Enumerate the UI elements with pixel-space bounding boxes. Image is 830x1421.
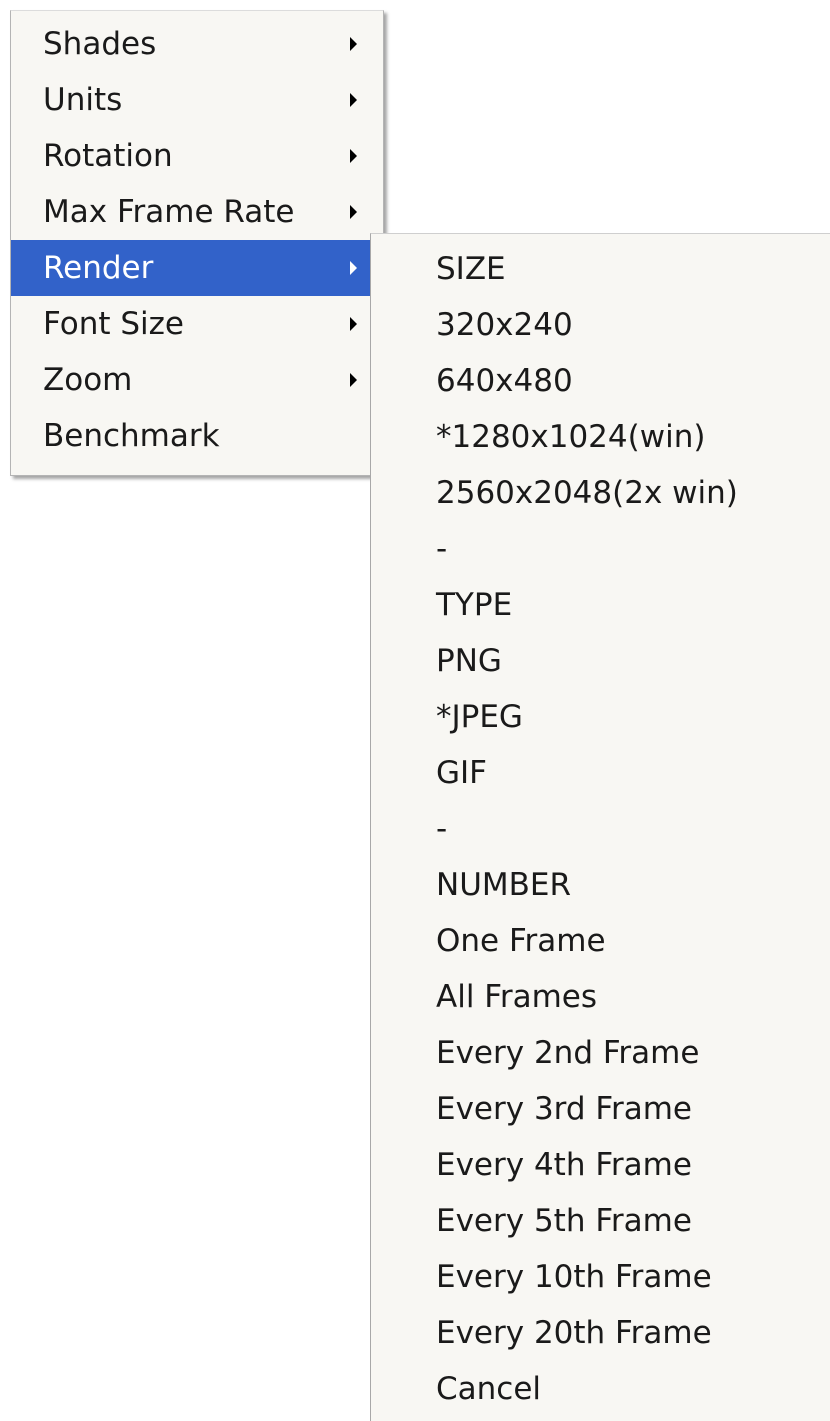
main-context-menu: Shades Units Rotation Max Frame Rate Ren…: [10, 10, 384, 476]
submenu-item-label: SIZE: [436, 251, 506, 287]
submenu-item-label: Cancel: [436, 1371, 542, 1407]
menu-item-label: Max Frame Rate: [43, 194, 295, 230]
submenu-item-every-4th-frame[interactable]: Every 4th Frame: [371, 1137, 830, 1193]
submenu-item-type-header[interactable]: TYPE: [371, 577, 830, 633]
menu-item-label: Font Size: [43, 306, 184, 342]
submenu-item-label: -: [436, 531, 448, 567]
submenu-separator[interactable]: -: [371, 801, 830, 857]
submenu-separator[interactable]: -: [371, 521, 830, 577]
submenu-item-number-header[interactable]: NUMBER: [371, 857, 830, 913]
menu-item-label: Render: [43, 250, 154, 286]
submenu-item-label: All Frames: [436, 979, 598, 1015]
submenu-item-cancel[interactable]: Cancel: [371, 1361, 830, 1417]
submenu-item-label: One Frame: [436, 923, 606, 959]
submenu-item-label: Every 3rd Frame: [436, 1091, 692, 1127]
submenu-item-label: NUMBER: [436, 867, 572, 903]
submenu-item-label: 640x480: [436, 363, 573, 399]
submenu-item-label: TYPE: [436, 587, 513, 623]
menu-item-label: Zoom: [43, 362, 133, 398]
submenu-item-label: *1280x1024(win): [436, 419, 706, 455]
submenu-arrow-icon: [350, 373, 357, 387]
menu-item-shades[interactable]: Shades: [11, 16, 383, 72]
submenu-item-label: *JPEG: [436, 699, 523, 735]
submenu-item-2560x2048[interactable]: 2560x2048(2x win): [371, 465, 830, 521]
submenu-item-label: Every 10th Frame: [436, 1259, 712, 1295]
submenu-item-label: Every 20th Frame: [436, 1315, 712, 1351]
submenu-item-png[interactable]: PNG: [371, 633, 830, 689]
submenu-item-one-frame[interactable]: One Frame: [371, 913, 830, 969]
submenu-item-label: Every 5th Frame: [436, 1203, 692, 1239]
submenu-item-label: GIF: [436, 755, 487, 791]
menu-item-render[interactable]: Render: [11, 240, 383, 296]
submenu-item-1280x1024[interactable]: *1280x1024(win): [371, 409, 830, 465]
submenu-item-label: 320x240: [436, 307, 573, 343]
render-submenu: SIZE 320x240 640x480 *1280x1024(win) 256…: [370, 233, 830, 1421]
submenu-item-640x480[interactable]: 640x480: [371, 353, 830, 409]
menu-item-label: Rotation: [43, 138, 173, 174]
submenu-arrow-icon: [350, 149, 357, 163]
submenu-arrow-icon: [350, 261, 357, 275]
menu-item-max-frame-rate[interactable]: Max Frame Rate: [11, 184, 383, 240]
submenu-item-every-20th-frame[interactable]: Every 20th Frame: [371, 1305, 830, 1361]
submenu-arrow-icon: [350, 317, 357, 331]
submenu-item-all-frames[interactable]: All Frames: [371, 969, 830, 1025]
submenu-arrow-icon: [350, 205, 357, 219]
menu-item-rotation[interactable]: Rotation: [11, 128, 383, 184]
submenu-item-label: Every 4th Frame: [436, 1147, 692, 1183]
submenu-item-every-2nd-frame[interactable]: Every 2nd Frame: [371, 1025, 830, 1081]
menu-item-units[interactable]: Units: [11, 72, 383, 128]
menu-item-label: Shades: [43, 26, 157, 62]
submenu-item-every-5th-frame[interactable]: Every 5th Frame: [371, 1193, 830, 1249]
submenu-arrow-icon: [350, 37, 357, 51]
submenu-item-label: PNG: [436, 643, 502, 679]
menu-item-zoom[interactable]: Zoom: [11, 352, 383, 408]
submenu-item-gif[interactable]: GIF: [371, 745, 830, 801]
menu-item-label: Units: [43, 82, 123, 118]
menu-item-label: Benchmark: [43, 418, 220, 454]
submenu-item-jpeg[interactable]: *JPEG: [371, 689, 830, 745]
menu-item-font-size[interactable]: Font Size: [11, 296, 383, 352]
submenu-arrow-icon: [350, 93, 357, 107]
submenu-item-every-3rd-frame[interactable]: Every 3rd Frame: [371, 1081, 830, 1137]
submenu-item-every-10th-frame[interactable]: Every 10th Frame: [371, 1249, 830, 1305]
submenu-item-label: -: [436, 811, 448, 847]
submenu-item-size-header[interactable]: SIZE: [371, 241, 830, 297]
menu-item-benchmark[interactable]: Benchmark: [11, 408, 383, 464]
submenu-item-label: 2560x2048(2x win): [436, 475, 738, 511]
submenu-item-label: Every 2nd Frame: [436, 1035, 700, 1071]
submenu-item-320x240[interactable]: 320x240: [371, 297, 830, 353]
